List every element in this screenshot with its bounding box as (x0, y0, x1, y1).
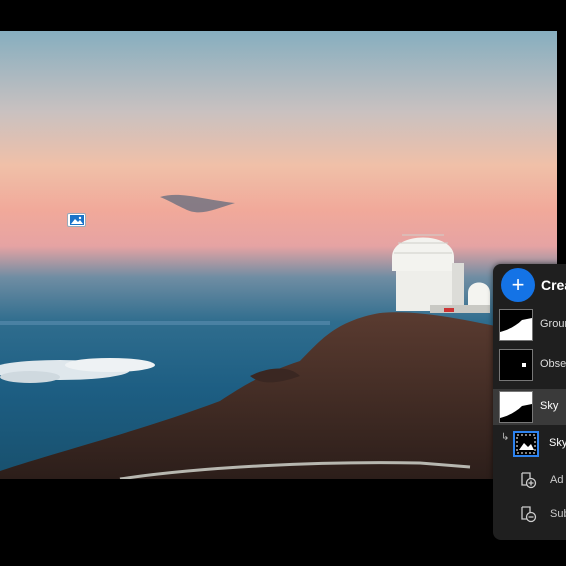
sky-mask-thumbnail (499, 391, 533, 423)
mask-item-sky[interactable]: Sky (493, 389, 566, 425)
subtract-mask-icon (521, 506, 537, 523)
masks-panel: + Crea Groun Obse Sky ↳ Sky (493, 264, 566, 540)
create-new-mask-label: Crea (541, 277, 566, 293)
plus-icon[interactable]: + (501, 268, 535, 302)
photo-preview[interactable] (0, 31, 557, 479)
create-new-mask-row[interactable]: + Crea (493, 264, 566, 306)
add-mask-action[interactable]: Ad (493, 465, 566, 495)
image-glyph (70, 215, 84, 225)
mask-label: Groun (540, 318, 566, 330)
image-icon[interactable] (67, 213, 86, 227)
add-mask-icon (521, 472, 537, 489)
component-item-sky[interactable]: ↳ Sky (493, 428, 566, 460)
mask-item-observatory[interactable]: Obse (493, 347, 566, 383)
sky-component-thumbnail (513, 431, 539, 457)
photo-image (0, 31, 557, 479)
child-arrow-icon: ↳ (501, 432, 510, 443)
editor-canvas[interactable] (0, 0, 566, 566)
add-action-label: Ad (550, 474, 564, 486)
observatory-mask-thumbnail (499, 349, 533, 381)
ground-mask-thumbnail (499, 309, 533, 341)
subtract-action-label: Sub (550, 508, 566, 520)
mask-label: Obse (540, 358, 566, 370)
subtract-mask-action[interactable]: Sub (493, 499, 566, 529)
mask-label: Sky (540, 400, 559, 412)
mask-item-ground[interactable]: Groun (493, 307, 566, 343)
component-label: Sky (549, 437, 566, 449)
